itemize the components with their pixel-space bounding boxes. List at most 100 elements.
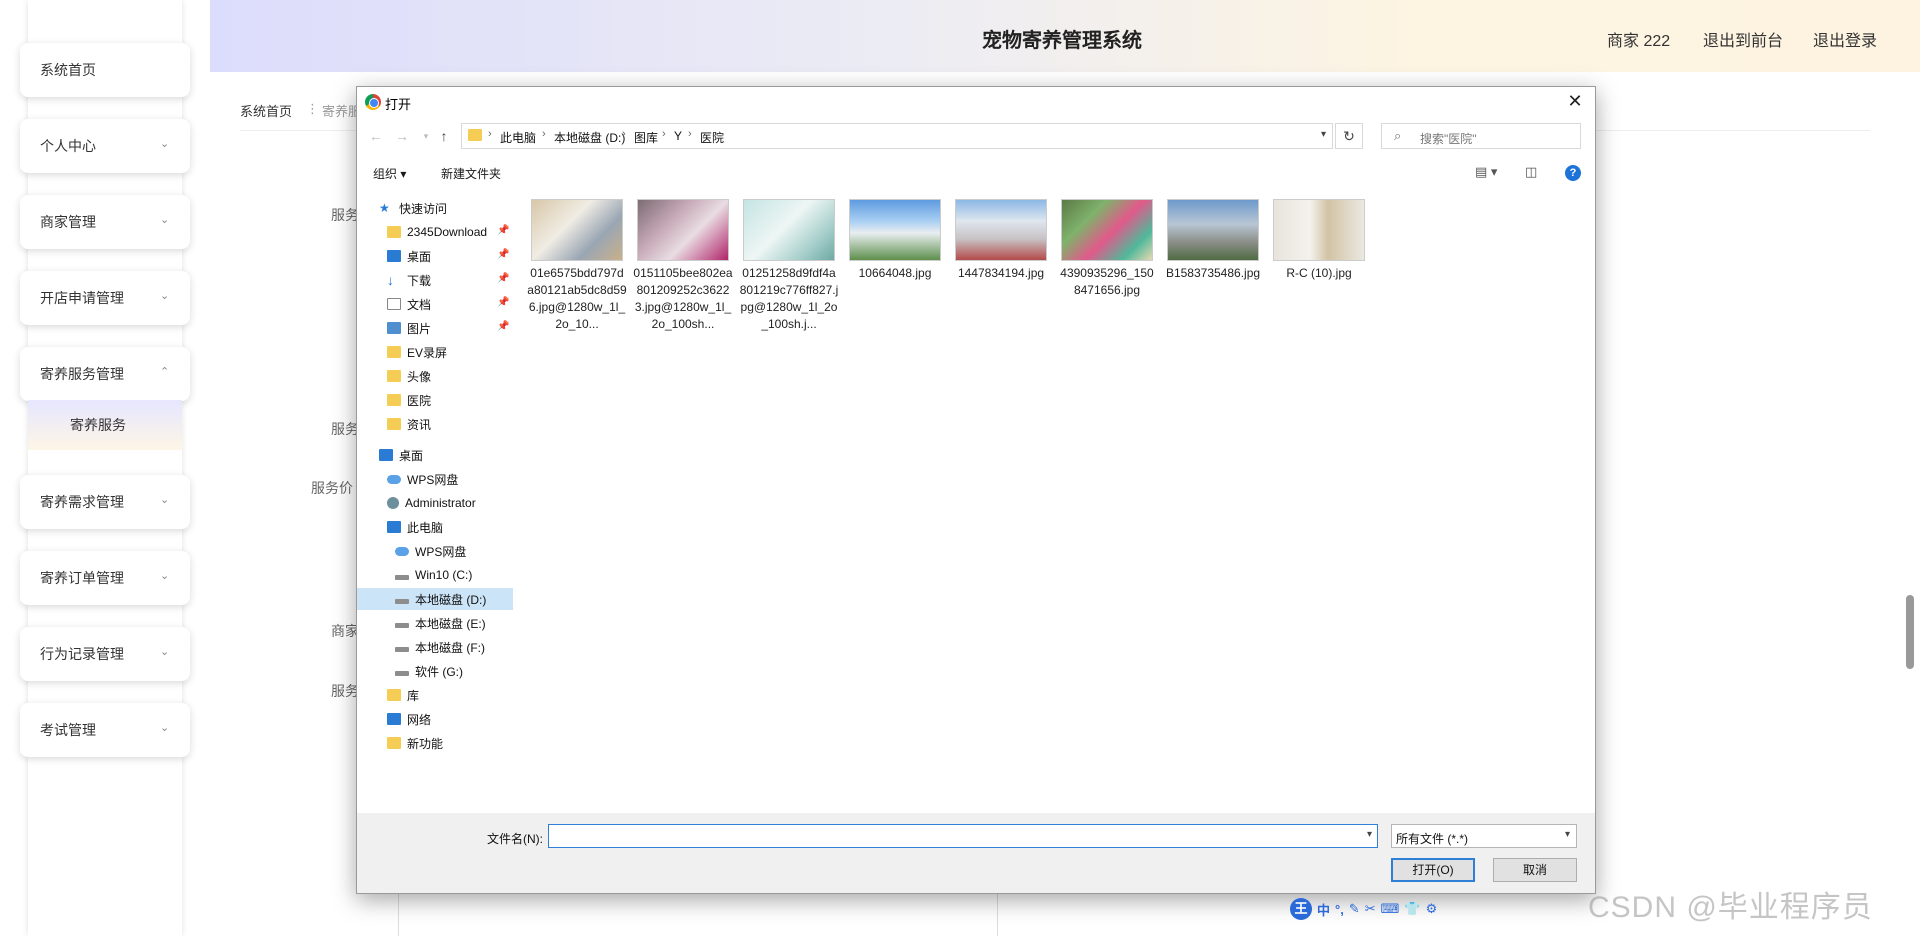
organize-button[interactable]: 组织 ▾	[373, 165, 406, 182]
nav-administrator[interactable]: Administrator	[387, 492, 476, 514]
path-segment[interactable]: 图库	[634, 129, 658, 146]
open-button[interactable]: 打开(O)	[1391, 858, 1475, 882]
exit-to-front-link[interactable]: 退出到前台	[1703, 27, 1783, 51]
path-segment[interactable]: 本地磁盘 (D:)	[554, 129, 625, 146]
new-folder-button[interactable]: 新建文件夹	[441, 165, 501, 182]
menu-home[interactable]: 系统首页	[20, 43, 190, 97]
computer-icon	[387, 521, 401, 533]
search-placeholder: 搜索"医院"	[1420, 132, 1477, 146]
nav-label: 头像	[407, 369, 432, 384]
nav-new-features[interactable]: 新功能	[387, 732, 443, 754]
nav-drive-g[interactable]: 软件 (G:)	[395, 660, 463, 682]
gear-icon[interactable]: ⚙	[1426, 901, 1438, 917]
ime-logo-icon[interactable]: 王	[1290, 898, 1312, 920]
menu-profile[interactable]: 个人中心 ⌄	[20, 119, 190, 173]
file-item[interactable]: 01e6575bdd797da80121ab5dc8d596.jpg@1280w…	[527, 199, 627, 333]
nav-drive-f[interactable]: 本地磁盘 (F:)	[395, 636, 485, 658]
image-thumbnail	[1273, 199, 1365, 261]
ime-punctuation[interactable]: °,	[1335, 902, 1344, 917]
chevron-down-icon[interactable]: ▾	[1321, 129, 1326, 140]
image-thumbnail	[531, 199, 623, 261]
menu-foster-order[interactable]: 寄养订单管理 ⌄	[20, 551, 190, 605]
up-arrow-icon[interactable]: ↑	[435, 127, 453, 145]
path-segment[interactable]: Y	[674, 129, 682, 143]
file-item[interactable]: 0151105bee802ea801209252c36223.jpg@1280w…	[633, 199, 733, 333]
ime-mode[interactable]: 中	[1317, 900, 1330, 919]
menu-behavior-record[interactable]: 行为记录管理 ⌄	[20, 627, 190, 681]
file-item[interactable]: R-C (10).jpg	[1269, 199, 1369, 282]
view-options-icon[interactable]: ▤ ▾	[1475, 164, 1497, 180]
submenu-foster-service[interactable]: 寄养服务	[28, 400, 182, 450]
logout-link[interactable]: 退出登录	[1813, 27, 1877, 51]
nav-news[interactable]: 资讯	[387, 413, 431, 435]
nav-documents[interactable]: 文档	[387, 293, 431, 315]
folder-icon	[387, 226, 401, 238]
menu-shop-apply[interactable]: 开店申请管理 ⌄	[20, 271, 190, 325]
nav-avatar[interactable]: 头像	[387, 365, 431, 387]
nav-wps-cloud[interactable]: WPS网盘	[387, 468, 458, 490]
form-label: 服务	[331, 683, 359, 699]
chevron-down-icon[interactable]: ▾	[1367, 829, 1372, 840]
nav-quick-access[interactable]: ★ 快速访问	[379, 197, 447, 219]
forward-arrow-icon[interactable]: →	[393, 127, 411, 145]
picture-icon	[387, 322, 401, 334]
menu-exam[interactable]: 考试管理 ⌄	[20, 703, 190, 757]
back-arrow-icon[interactable]: ←	[367, 127, 385, 145]
path-breadcrumb[interactable]: › 此电脑 › 本地磁盘 (D:) › 图库 › Y › 医院 ▾	[461, 123, 1333, 149]
chevron-right-icon: ›	[542, 128, 546, 140]
nav-pictures[interactable]: 图片	[387, 317, 431, 339]
recent-dropdown-icon[interactable]: ▾	[417, 127, 435, 145]
path-segment[interactable]: 此电脑	[500, 129, 536, 146]
close-icon[interactable]: ✕	[1563, 90, 1587, 114]
file-item[interactable]: B1583735486.jpg	[1163, 199, 1263, 282]
page-title: 宠物寄养管理系统	[982, 30, 1142, 52]
nav-downloads[interactable]: ↓ 下载	[387, 269, 431, 291]
file-name: 0151105bee802ea801209252c36223.jpg@1280w…	[633, 266, 733, 331]
dialog-title: 打开	[385, 97, 412, 112]
skin-icon[interactable]: 👕	[1404, 901, 1420, 917]
file-type-select[interactable]: 所有文件 (*.*) ▾	[1391, 824, 1577, 848]
help-icon[interactable]: ?	[1565, 165, 1581, 181]
form-label: 商家	[331, 623, 359, 639]
file-item[interactable]: 1447834194.jpg	[951, 199, 1051, 282]
file-item[interactable]: 01251258d9fdf4a801219c776ff827.jpg@1280w…	[739, 199, 839, 333]
breadcrumb-home[interactable]: 系统首页	[240, 101, 292, 120]
nav-wps-cloud-2[interactable]: WPS网盘	[395, 540, 466, 562]
refresh-icon[interactable]: ↻	[1335, 123, 1363, 149]
dialog-footer: 文件名(N): ▾ 所有文件 (*.*) ▾ 打开(O) 取消	[357, 813, 1595, 893]
cancel-button[interactable]: 取消	[1493, 858, 1577, 882]
search-input[interactable]: ⌕ 搜索"医院"	[1381, 123, 1581, 149]
nav-desktop[interactable]: 桌面	[387, 245, 431, 267]
drive-icon	[395, 670, 409, 676]
folder-icon	[468, 129, 482, 141]
file-item[interactable]: 4390935296_1508471656.jpg	[1057, 199, 1157, 299]
scrollbar[interactable]	[1906, 595, 1914, 669]
file-item[interactable]: 10664048.jpg	[845, 199, 945, 282]
preview-pane-icon[interactable]: ◫	[1525, 164, 1537, 180]
nav-label: 桌面	[407, 249, 432, 264]
menu-foster-demand[interactable]: 寄养需求管理 ⌄	[20, 475, 190, 529]
nav-drive-e[interactable]: 本地磁盘 (E:)	[395, 612, 486, 634]
pen-icon[interactable]: ✎	[1349, 901, 1360, 917]
path-segment[interactable]: 医院	[700, 129, 724, 146]
nav-this-pc[interactable]: 此电脑	[387, 516, 443, 538]
filename-input[interactable]: ▾	[548, 824, 1378, 848]
nav-label: Win10 (C:)	[415, 568, 473, 582]
menu-foster-service[interactable]: 寄养服务管理 ⌃	[20, 347, 190, 401]
chevron-down-icon: ⌄	[160, 722, 170, 734]
menu-label: 考试管理	[40, 722, 96, 738]
nav-label: Administrator	[405, 496, 476, 510]
nav-2345download[interactable]: 2345Download	[387, 221, 487, 243]
nav-drive-c[interactable]: Win10 (C:)	[395, 564, 472, 586]
desktop-icon	[387, 250, 401, 262]
nav-desktop-root[interactable]: 桌面	[379, 444, 423, 466]
nav-drive-d[interactable]: 本地磁盘 (D:)	[357, 588, 513, 610]
menu-merchant[interactable]: 商家管理 ⌄	[20, 195, 190, 249]
nav-hospital[interactable]: 医院	[387, 389, 431, 411]
scissors-icon[interactable]: ✂	[1365, 901, 1376, 917]
file-name: 1447834194.jpg	[957, 266, 1045, 280]
keyboard-icon[interactable]: ⌨	[1381, 901, 1400, 917]
nav-library[interactable]: 库	[387, 684, 419, 706]
nav-network[interactable]: 网络	[387, 708, 431, 730]
nav-ev-recorder[interactable]: EV录屏	[387, 341, 447, 363]
